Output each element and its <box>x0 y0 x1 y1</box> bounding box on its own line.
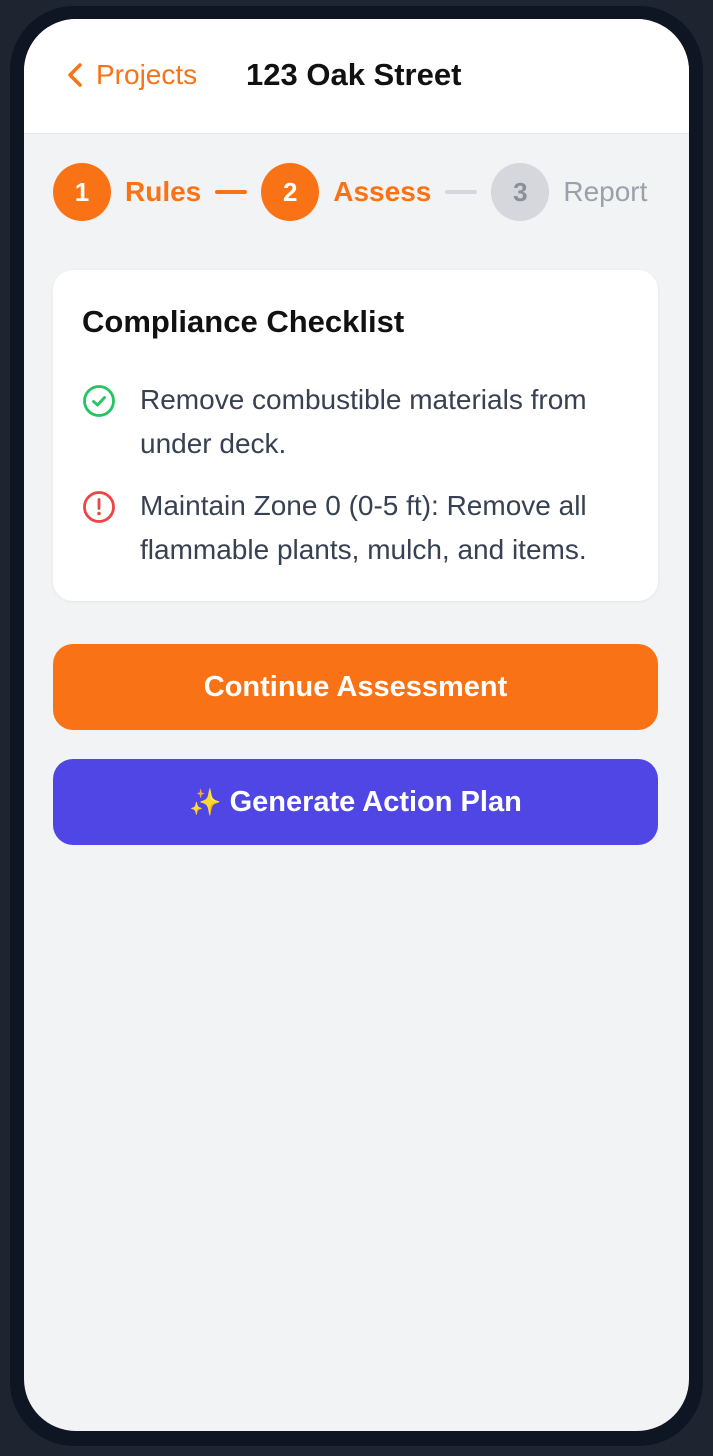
step-label: Report <box>563 176 648 207</box>
step-connector <box>215 190 248 194</box>
continue-assessment-label: Continue Assessment <box>203 670 508 703</box>
checklist-title: Compliance Checklist <box>82 304 405 339</box>
continue-assessment-button[interactable]: Continue Assessment <box>53 644 658 730</box>
step-number: 1 <box>53 163 111 221</box>
step-label: Assess <box>333 176 432 207</box>
phone-frame: Projects 123 Oak Street 1 Rules 2 Assess… <box>10 6 703 1446</box>
step-report[interactable]: 3 Report <box>491 163 647 221</box>
back-button[interactable]: Projects <box>64 59 197 91</box>
step-connector <box>445 190 478 194</box>
back-label: Projects <box>96 59 198 90</box>
sparkles-icon: ✨ <box>189 786 222 817</box>
generate-action-plan-button[interactable]: ✨ Generate Action Plan <box>53 759 658 845</box>
generate-action-plan-label: Generate Action Plan <box>229 785 522 818</box>
alert-circle-icon <box>83 491 115 523</box>
checklist-item-text: Remove combustible materials from under … <box>140 384 587 459</box>
checklist-item[interactable]: Maintain Zone 0 (0-5 ft): Remove all fla… <box>82 484 628 572</box>
step-rules[interactable]: 1 Rules <box>53 163 201 221</box>
header: Projects 123 Oak Street <box>24 19 689 134</box>
progress-stepper: 1 Rules 2 Assess 3 Report <box>53 163 647 221</box>
check-circle-icon <box>83 385 115 417</box>
checklist-item-text: Maintain Zone 0 (0-5 ft): Remove all fla… <box>140 490 587 565</box>
step-assess[interactable]: 2 Assess <box>261 163 431 221</box>
step-number: 2 <box>261 163 320 221</box>
step-number: 3 <box>491 163 550 221</box>
step-label: Rules <box>125 176 202 207</box>
checklist-item[interactable]: Remove combustible materials from under … <box>82 378 628 466</box>
chevron-left-icon <box>68 63 82 87</box>
page-title: 123 Oak Street <box>246 57 462 92</box>
app-screen: Projects 123 Oak Street 1 Rules 2 Assess… <box>24 19 689 1431</box>
compliance-checklist-card: Compliance Checklist Remove combustible … <box>53 270 658 601</box>
